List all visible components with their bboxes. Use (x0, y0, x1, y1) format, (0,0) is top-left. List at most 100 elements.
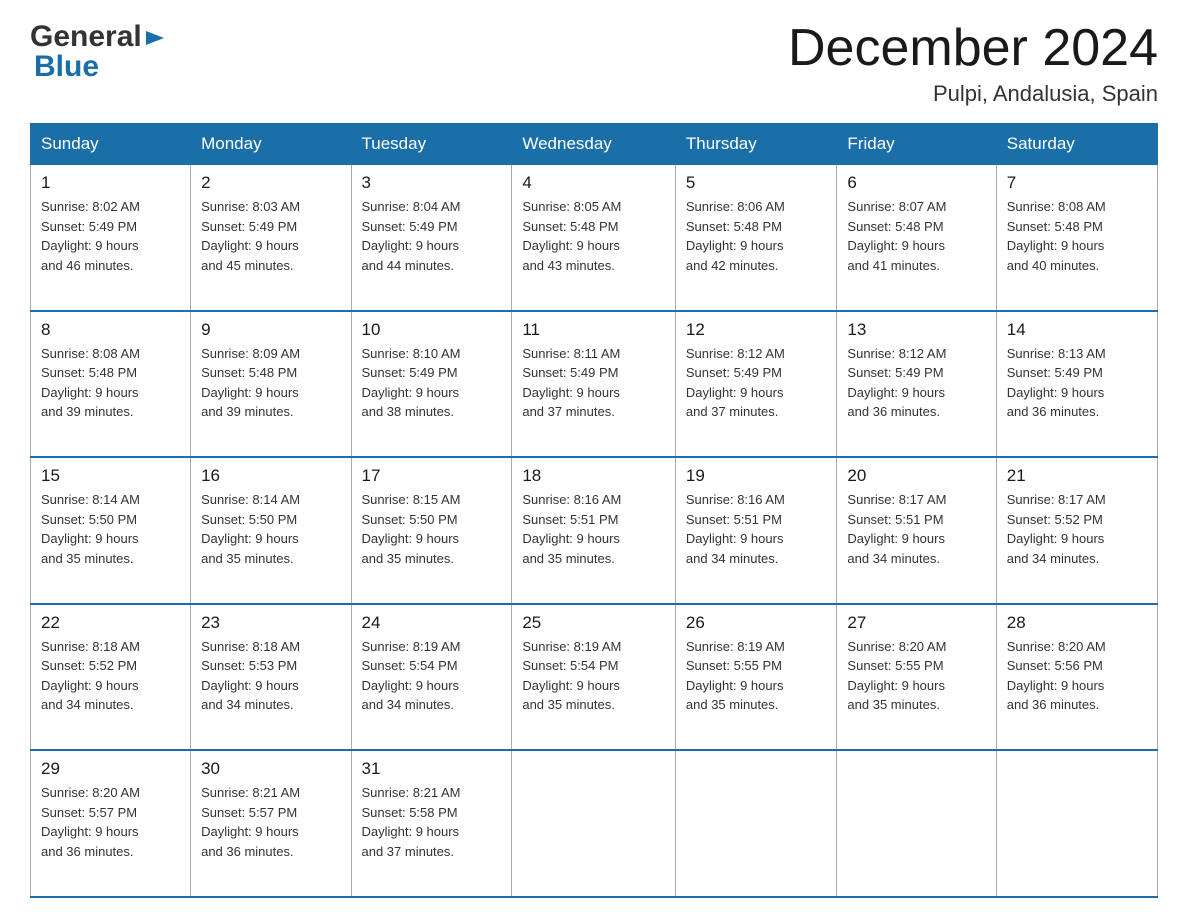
day-info: Sunrise: 8:15 AMSunset: 5:50 PMDaylight:… (362, 490, 502, 568)
day-number: 25 (522, 613, 665, 633)
day-info: Sunrise: 8:16 AMSunset: 5:51 PMDaylight:… (686, 490, 827, 568)
day-info: Sunrise: 8:13 AMSunset: 5:49 PMDaylight:… (1007, 344, 1147, 422)
day-cell-25: 25Sunrise: 8:19 AMSunset: 5:54 PMDayligh… (512, 604, 676, 751)
day-info: Sunrise: 8:20 AMSunset: 5:55 PMDaylight:… (847, 637, 985, 715)
weekday-header-saturday: Saturday (996, 124, 1157, 165)
weekday-header-wednesday: Wednesday (512, 124, 676, 165)
day-cell-20: 20 Sunrise: 8:17 AMSunset: 5:51 PMDayligh… (837, 457, 996, 604)
day-info: Sunrise: 8:07 AMSunset: 5:48 PMDaylight:… (847, 197, 985, 275)
day-info: Sunrise: 8:05 AMSunset: 5:48 PMDaylight:… (522, 197, 665, 275)
day-number: 21 (1007, 466, 1147, 486)
day-cell-23: 23Sunrise: 8:18 AMSunset: 5:53 PMDayligh… (191, 604, 351, 751)
day-number: 31 (362, 759, 502, 779)
day-number: 28 (1007, 613, 1147, 633)
day-cell-17: 17 Sunrise: 8:15 AMSunset: 5:50 PMDayligh… (351, 457, 512, 604)
calendar-table: SundayMondayTuesdayWednesdayThursdayFrid… (30, 123, 1158, 898)
month-title: December 2024 (788, 20, 1158, 77)
day-cell-4: 4 Sunrise: 8:05 AMSunset: 5:48 PMDaylight… (512, 165, 676, 311)
day-info: Sunrise: 8:19 AMSunset: 5:54 PMDaylight:… (362, 637, 502, 715)
day-cell-11: 11Sunrise: 8:11 AMSunset: 5:49 PMDayligh… (512, 311, 676, 458)
day-info: Sunrise: 8:20 AMSunset: 5:57 PMDaylight:… (41, 783, 180, 861)
page: General Blue December 2024 Pulpi, Andalu… (0, 0, 1188, 918)
day-number: 4 (522, 173, 665, 193)
day-cell-24: 24 Sunrise: 8:19 AMSunset: 5:54 PMDayligh… (351, 604, 512, 751)
day-number: 20 (847, 466, 985, 486)
day-cell-31: 31Sunrise: 8:21 AMSunset: 5:58 PMDayligh… (351, 750, 512, 897)
day-info: Sunrise: 8:09 AMSunset: 5:48 PMDaylight:… (201, 344, 340, 422)
empty-cell (996, 750, 1157, 897)
day-cell-9: 9 Sunrise: 8:09 AMSunset: 5:48 PMDaylight… (191, 311, 351, 458)
week-row-5: 29Sunrise: 8:20 AMSunset: 5:57 PMDayligh… (31, 750, 1158, 897)
day-number: 17 (362, 466, 502, 486)
day-cell-10: 10 Sunrise: 8:10 AMSunset: 5:49 PMDayligh… (351, 311, 512, 458)
day-info: Sunrise: 8:14 AMSunset: 5:50 PMDaylight:… (201, 490, 340, 568)
day-number: 1 (41, 173, 180, 193)
day-info: Sunrise: 8:16 AMSunset: 5:51 PMDaylight:… (522, 490, 665, 568)
day-cell-8: 8Sunrise: 8:08 AMSunset: 5:48 PMDaylight… (31, 311, 191, 458)
day-number: 24 (362, 613, 502, 633)
day-info: Sunrise: 8:14 AMSunset: 5:50 PMDaylight:… (41, 490, 180, 568)
day-number: 14 (1007, 320, 1147, 340)
weekday-header-thursday: Thursday (675, 124, 837, 165)
logo-general-text: General (30, 20, 142, 54)
logo-arrow-icon (144, 27, 166, 49)
day-number: 13 (847, 320, 985, 340)
day-cell-18: 18 Sunrise: 8:16 AMSunset: 5:51 PMDayligh… (512, 457, 676, 604)
logo-row1: General (30, 20, 166, 54)
day-cell-13: 13 Sunrise: 8:12 AMSunset: 5:49 PMDayligh… (837, 311, 996, 458)
day-number: 2 (201, 173, 340, 193)
day-cell-15: 15 Sunrise: 8:14 AMSunset: 5:50 PMDayligh… (31, 457, 191, 604)
empty-cell (837, 750, 996, 897)
day-info: Sunrise: 8:12 AMSunset: 5:49 PMDaylight:… (847, 344, 985, 422)
day-cell-1: 1 Sunrise: 8:02 AMSunset: 5:49 PMDaylight… (31, 165, 191, 311)
day-cell-30: 30 Sunrise: 8:21 AMSunset: 5:57 PMDayligh… (191, 750, 351, 897)
day-number: 5 (686, 173, 827, 193)
day-number: 26 (686, 613, 827, 633)
week-row-4: 22 Sunrise: 8:18 AMSunset: 5:52 PMDayligh… (31, 604, 1158, 751)
day-info: Sunrise: 8:17 AMSunset: 5:52 PMDaylight:… (1007, 490, 1147, 568)
day-number: 22 (41, 613, 180, 633)
week-row-2: 8Sunrise: 8:08 AMSunset: 5:48 PMDaylight… (31, 311, 1158, 458)
day-cell-27: 27 Sunrise: 8:20 AMSunset: 5:55 PMDayligh… (837, 604, 996, 751)
logo: General Blue (30, 20, 166, 84)
day-cell-26: 26 Sunrise: 8:19 AMSunset: 5:55 PMDayligh… (675, 604, 837, 751)
day-number: 9 (201, 320, 340, 340)
day-cell-19: 19 Sunrise: 8:16 AMSunset: 5:51 PMDayligh… (675, 457, 837, 604)
weekday-header-sunday: Sunday (31, 124, 191, 165)
empty-cell (675, 750, 837, 897)
day-info: Sunrise: 8:18 AMSunset: 5:52 PMDaylight:… (41, 637, 180, 715)
weekday-header-row: SundayMondayTuesdayWednesdayThursdayFrid… (31, 124, 1158, 165)
week-row-3: 15 Sunrise: 8:14 AMSunset: 5:50 PMDayligh… (31, 457, 1158, 604)
day-info: Sunrise: 8:11 AMSunset: 5:49 PMDaylight:… (522, 344, 665, 422)
day-number: 27 (847, 613, 985, 633)
day-cell-7: 7 Sunrise: 8:08 AMSunset: 5:48 PMDaylight… (996, 165, 1157, 311)
day-number: 18 (522, 466, 665, 486)
day-number: 6 (847, 173, 985, 193)
header: General Blue December 2024 Pulpi, Andalu… (30, 20, 1158, 107)
day-info: Sunrise: 8:18 AMSunset: 5:53 PMDaylight:… (201, 637, 340, 715)
day-number: 7 (1007, 173, 1147, 193)
day-cell-28: 28Sunrise: 8:20 AMSunset: 5:56 PMDayligh… (996, 604, 1157, 751)
day-info: Sunrise: 8:21 AMSunset: 5:57 PMDaylight:… (201, 783, 340, 861)
day-number: 10 (362, 320, 502, 340)
day-info: Sunrise: 8:19 AMSunset: 5:55 PMDaylight:… (686, 637, 827, 715)
day-number: 8 (41, 320, 180, 340)
day-number: 16 (201, 466, 340, 486)
day-number: 12 (686, 320, 827, 340)
day-info: Sunrise: 8:10 AMSunset: 5:49 PMDaylight:… (362, 344, 502, 422)
day-number: 30 (201, 759, 340, 779)
day-info: Sunrise: 8:02 AMSunset: 5:49 PMDaylight:… (41, 197, 180, 275)
day-info: Sunrise: 8:03 AMSunset: 5:49 PMDaylight:… (201, 197, 340, 275)
weekday-header-monday: Monday (191, 124, 351, 165)
day-info: Sunrise: 8:04 AMSunset: 5:49 PMDaylight:… (362, 197, 502, 275)
day-number: 19 (686, 466, 827, 486)
empty-cell (512, 750, 676, 897)
day-info: Sunrise: 8:06 AMSunset: 5:48 PMDaylight:… (686, 197, 827, 275)
day-info: Sunrise: 8:08 AMSunset: 5:48 PMDaylight:… (1007, 197, 1147, 275)
day-info: Sunrise: 8:17 AMSunset: 5:51 PMDaylight:… (847, 490, 985, 568)
logo-blue-text: Blue (34, 50, 99, 84)
day-cell-6: 6 Sunrise: 8:07 AMSunset: 5:48 PMDaylight… (837, 165, 996, 311)
day-number: 3 (362, 173, 502, 193)
day-cell-29: 29Sunrise: 8:20 AMSunset: 5:57 PMDayligh… (31, 750, 191, 897)
day-number: 15 (41, 466, 180, 486)
